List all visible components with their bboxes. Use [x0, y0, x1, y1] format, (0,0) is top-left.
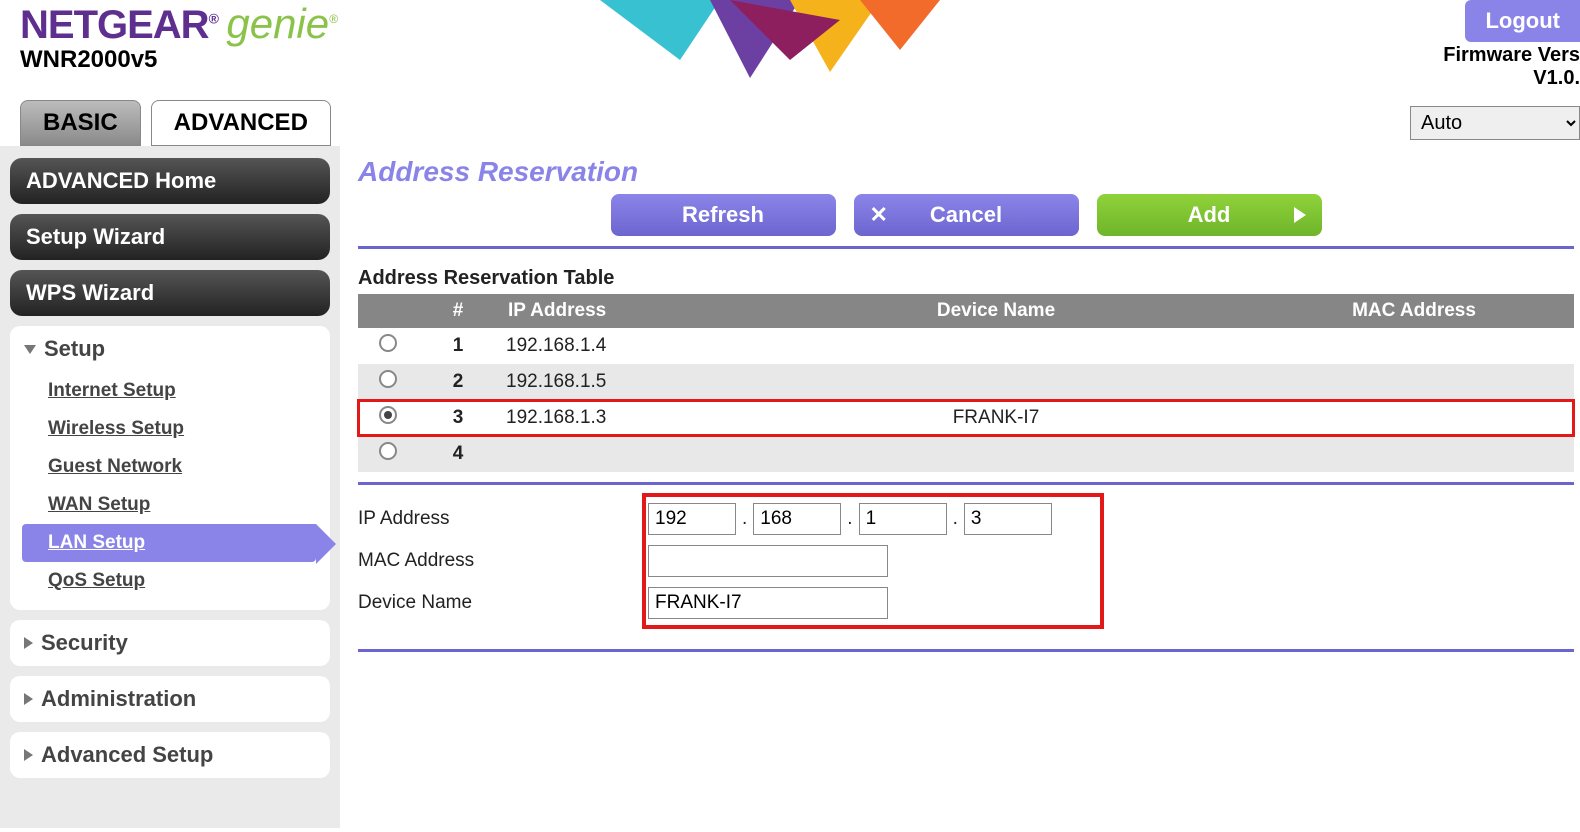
row-device	[738, 436, 1254, 472]
sidebar-setup-label: Setup	[44, 336, 105, 362]
page-title: Address Reservation	[358, 156, 1574, 188]
mac-label: MAC Address	[358, 550, 648, 572]
col-device: Device Name	[738, 294, 1254, 328]
sidebar-section-administration[interactable]: Administration	[10, 676, 330, 722]
device-name-input[interactable]	[648, 587, 888, 619]
tab-advanced[interactable]: ADVANCED	[151, 100, 331, 146]
ip-octet-4[interactable]	[964, 503, 1052, 535]
row-mac	[1254, 400, 1574, 436]
sidebar-wps-wizard[interactable]: WPS Wizard	[10, 270, 330, 316]
table-row[interactable]: 3192.168.1.3FRANK-I7	[358, 400, 1574, 436]
sidebar-setup-header[interactable]: Setup	[24, 336, 316, 362]
row-device	[738, 364, 1254, 400]
ip-octet-1[interactable]	[648, 503, 736, 535]
sidebar-section-advanced-setup[interactable]: Advanced Setup	[10, 732, 330, 778]
sidebar-security-label: Security	[41, 630, 128, 656]
col-mac: MAC Address	[1254, 294, 1574, 328]
row-num: 1	[418, 328, 498, 364]
action-row: Refresh ✕ Cancel Add	[358, 194, 1574, 236]
product-logo: genie®	[226, 0, 338, 48]
add-button-label: Add	[1188, 202, 1231, 228]
tab-basic[interactable]: BASIC	[20, 100, 141, 146]
sidebar-item-guest-network[interactable]: Guest Network	[24, 448, 316, 486]
main-content: Address Reservation Refresh ✕ Cancel Add…	[340, 146, 1580, 828]
add-button[interactable]: Add	[1097, 194, 1322, 236]
sidebar-section-security[interactable]: Security	[10, 620, 330, 666]
table-row[interactable]: 1192.168.1.4	[358, 328, 1574, 364]
row-num: 4	[418, 436, 498, 472]
sidebar-advanced-home[interactable]: ADVANCED Home	[10, 158, 330, 204]
col-num: #	[418, 294, 498, 328]
sidebar-item-wan-setup[interactable]: WAN Setup	[24, 486, 316, 524]
row-ip	[498, 436, 738, 472]
main-layout: ADVANCED Home Setup Wizard WPS Wizard Se…	[0, 146, 1580, 828]
chevron-down-icon	[24, 345, 36, 354]
sidebar-item-lan-setup[interactable]: LAN Setup	[22, 524, 316, 562]
row-ip: 192.168.1.3	[498, 400, 738, 436]
refresh-button[interactable]: Refresh	[611, 194, 836, 236]
row-device	[738, 328, 1254, 364]
divider	[358, 649, 1574, 652]
row-radio[interactable]	[379, 334, 397, 352]
sidebar-item-wireless-setup[interactable]: Wireless Setup	[24, 410, 316, 448]
cancel-button[interactable]: ✕ Cancel	[854, 194, 1079, 236]
row-ip: 192.168.1.5	[498, 364, 738, 400]
brand-logo: NETGEAR®	[20, 3, 218, 48]
row-num: 2	[418, 364, 498, 400]
sidebar: ADVANCED Home Setup Wizard WPS Wizard Se…	[0, 146, 340, 828]
header-decor-icon	[580, 0, 960, 80]
row-radio[interactable]	[379, 442, 397, 460]
chevron-right-icon	[24, 693, 33, 705]
edit-form: IP Address . . . MAC Address Device Name	[358, 499, 1574, 639]
arrow-right-icon	[1294, 207, 1306, 223]
ip-octet-3[interactable]	[859, 503, 947, 535]
tab-row: BASIC ADVANCED Auto	[0, 100, 1580, 146]
sidebar-item-internet-setup[interactable]: Internet Setup	[24, 372, 316, 410]
firmware-version: Firmware Vers V1.0.	[1443, 44, 1580, 90]
ip-octet-2[interactable]	[753, 503, 841, 535]
device-name-label: Device Name	[358, 592, 648, 614]
mac-input[interactable]	[648, 545, 888, 577]
sidebar-setup-wizard[interactable]: Setup Wizard	[10, 214, 330, 260]
row-radio[interactable]	[379, 406, 397, 424]
cancel-button-label: Cancel	[930, 202, 1002, 228]
divider	[358, 482, 1574, 485]
table-row[interactable]: 4	[358, 436, 1574, 472]
row-num: 3	[418, 400, 498, 436]
sidebar-setup-list: Internet Setup Wireless Setup Guest Netw…	[24, 372, 316, 600]
row-ip: 192.168.1.4	[498, 328, 738, 364]
chevron-right-icon	[24, 637, 33, 649]
table-title: Address Reservation Table	[358, 267, 1574, 290]
chevron-right-icon	[24, 749, 33, 761]
table-row[interactable]: 2192.168.1.5	[358, 364, 1574, 400]
reservation-table: # IP Address Device Name MAC Address 119…	[358, 294, 1574, 472]
model-label: WNR2000v5	[20, 46, 338, 74]
sidebar-section-setup: Setup Internet Setup Wireless Setup Gues…	[10, 326, 330, 610]
sidebar-advanced-setup-label: Advanced Setup	[41, 742, 213, 768]
header: NETGEAR® genie® WNR2000v5 Logout Firmwar…	[0, 0, 1580, 100]
ip-label: IP Address	[358, 508, 648, 530]
language-select[interactable]: Auto	[1410, 106, 1580, 140]
close-icon: ✕	[870, 202, 888, 228]
row-device: FRANK-I7	[738, 400, 1254, 436]
logout-button[interactable]: Logout	[1465, 0, 1580, 42]
refresh-button-label: Refresh	[682, 202, 764, 228]
sidebar-administration-label: Administration	[41, 686, 196, 712]
row-mac	[1254, 328, 1574, 364]
divider	[358, 246, 1574, 249]
row-mac	[1254, 364, 1574, 400]
sidebar-item-qos-setup[interactable]: QoS Setup	[24, 562, 316, 600]
row-mac	[1254, 436, 1574, 472]
col-ip: IP Address	[498, 294, 738, 328]
row-radio[interactable]	[379, 370, 397, 388]
